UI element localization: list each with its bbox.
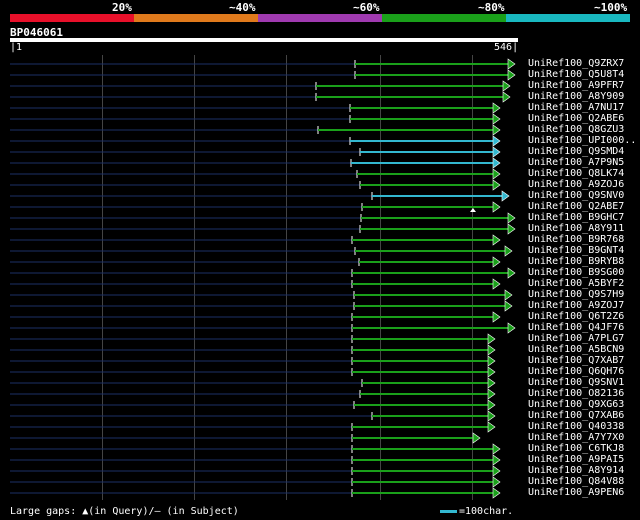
hit-link[interactable]: UniRef100_Q2ABE7 <box>528 201 624 212</box>
hit-link[interactable]: UniRef100_B9SG00 <box>528 267 624 278</box>
hit-arrow-head <box>504 289 513 301</box>
hit-arrow-head <box>487 344 496 356</box>
hit-arrow-head <box>507 223 516 235</box>
hit-link[interactable]: UniRef100_Q8GZU3 <box>528 124 624 135</box>
hit-arrow-head <box>507 212 516 224</box>
hit-arrow-head <box>507 267 516 279</box>
hit-link[interactable]: UniRef100_A5BYF2 <box>528 278 624 289</box>
hit-arrow-head <box>487 399 496 411</box>
hit-link[interactable]: UniRef100_A8Y911 <box>528 223 624 234</box>
hit-arrow-head <box>492 179 501 191</box>
hit-arrow-head <box>487 388 496 400</box>
hit-arrow-head <box>472 432 481 444</box>
hit-arrow-head <box>492 454 501 466</box>
hit-link[interactable]: UniRef100_Q6QH76 <box>528 366 624 377</box>
hit-link[interactable]: UniRef100_A7NU17 <box>528 102 624 113</box>
hit-link[interactable]: UniRef100_Q7XAB6 <box>528 410 624 421</box>
hit-link[interactable]: UniRef100_Q9S7H9 <box>528 289 624 300</box>
hit-link[interactable]: UniRef100_A9PFR7 <box>528 80 624 91</box>
hit-link[interactable]: UniRef100_Q8LK74 <box>528 168 624 179</box>
hit-link[interactable]: UniRef100_Q4JF76 <box>528 322 624 333</box>
hit-link[interactable]: UniRef100_C6TKJ8 <box>528 443 624 454</box>
hit-arrow-head <box>492 135 501 147</box>
hit-arrow-head <box>492 168 501 180</box>
hit-link[interactable]: UniRef100_A5BCN9 <box>528 344 624 355</box>
hit-arrow-head <box>492 487 501 499</box>
hit-arrow-head <box>492 157 501 169</box>
hit-link[interactable]: UniRef100_Q7XAB7 <box>528 355 624 366</box>
hit-link[interactable]: UniRef100_A7P9N5 <box>528 157 624 168</box>
hit-arrow-head <box>492 102 501 114</box>
hit-arrow-head <box>504 300 513 312</box>
query-gap-marker <box>470 208 476 212</box>
hit-link[interactable]: UniRef100_A9ZOJ7 <box>528 300 624 311</box>
hit-link[interactable]: UniRef100_Q40338 <box>528 421 624 432</box>
hit-link[interactable]: UniRef100_B9RYB8 <box>528 256 624 267</box>
hit-link[interactable]: UniRef100_A7Y7X0 <box>528 432 624 443</box>
hit-link[interactable]: UniRef100_Q9SNV0 <box>528 190 624 201</box>
hit-arrow-head <box>492 124 501 136</box>
gaps-legend: Large gaps: ▲(in Query)/— (in Subject) <box>10 506 239 517</box>
hit-arrow-head <box>502 80 511 92</box>
hit-arrow-head <box>507 69 516 81</box>
scale-key-label: =100char. <box>459 506 514 517</box>
scale-swatch <box>440 509 457 513</box>
hit-link[interactable]: UniRef100_B9GHC7 <box>528 212 624 223</box>
scale-key: =100char. <box>440 506 513 517</box>
hit-arrow-head <box>492 201 501 213</box>
hit-link[interactable]: UniRef100_A8Y909 <box>528 91 624 102</box>
hit-link[interactable]: UniRef100_Q2ABE6 <box>528 113 624 124</box>
hit-arrow-head <box>487 355 496 367</box>
hit-arrow-head <box>492 465 501 477</box>
hit-arrow-head <box>492 443 501 455</box>
hit-arrow-head <box>487 377 496 389</box>
hit-link[interactable]: UniRef100_Q9XG63 <box>528 399 624 410</box>
hit-link[interactable]: UniRef100_Q9SMD4 <box>528 146 624 157</box>
hit-link[interactable]: UniRef100_A9ZOJ6 <box>528 179 624 190</box>
hit-arrow-head <box>492 476 501 488</box>
hit-link[interactable]: UniRef100_A8Y914 <box>528 465 624 476</box>
hit-link[interactable]: UniRef100_B9R768 <box>528 234 624 245</box>
hit-arrow-head <box>487 333 496 345</box>
hit-link[interactable]: UniRef100_Q9ZRX7 <box>528 58 624 69</box>
hit-arrow-head <box>504 245 513 257</box>
hit-arrow-head <box>492 278 501 290</box>
hit-arrow-head <box>492 234 501 246</box>
hit-link[interactable]: UniRef100_UPI000.. <box>528 135 636 146</box>
hit-arrow-head <box>501 190 510 202</box>
hit-arrow-head <box>492 146 501 158</box>
hit-arrow-head <box>487 366 496 378</box>
hit-link[interactable]: UniRef100_Q5U8T4 <box>528 69 624 80</box>
hit-arrow-head <box>487 421 496 433</box>
hit-link[interactable]: UniRef100_Q84V88 <box>528 476 624 487</box>
hit-link[interactable]: UniRef100_Q6T2Z6 <box>528 311 624 322</box>
hit-link[interactable]: UniRef100_O82136 <box>528 388 624 399</box>
hit-arrow-head <box>507 322 516 334</box>
hit-arrow-head <box>492 311 501 323</box>
hit-arrow-head <box>492 256 501 268</box>
hit-arrow-head <box>492 113 501 125</box>
hit-arrow-head <box>507 58 516 70</box>
hit-link[interactable]: UniRef100_Q9SNV1 <box>528 377 624 388</box>
hit-link[interactable]: UniRef100_A9PAI5 <box>528 454 624 465</box>
hit-arrow-head <box>502 91 511 103</box>
hit-link[interactable]: UniRef100_A7PLG7 <box>528 333 624 344</box>
hit-arrow-head <box>487 410 496 422</box>
hit-link[interactable]: UniRef100_A9PEN6 <box>528 487 624 498</box>
hit-link[interactable]: UniRef100_B9GNT4 <box>528 245 624 256</box>
